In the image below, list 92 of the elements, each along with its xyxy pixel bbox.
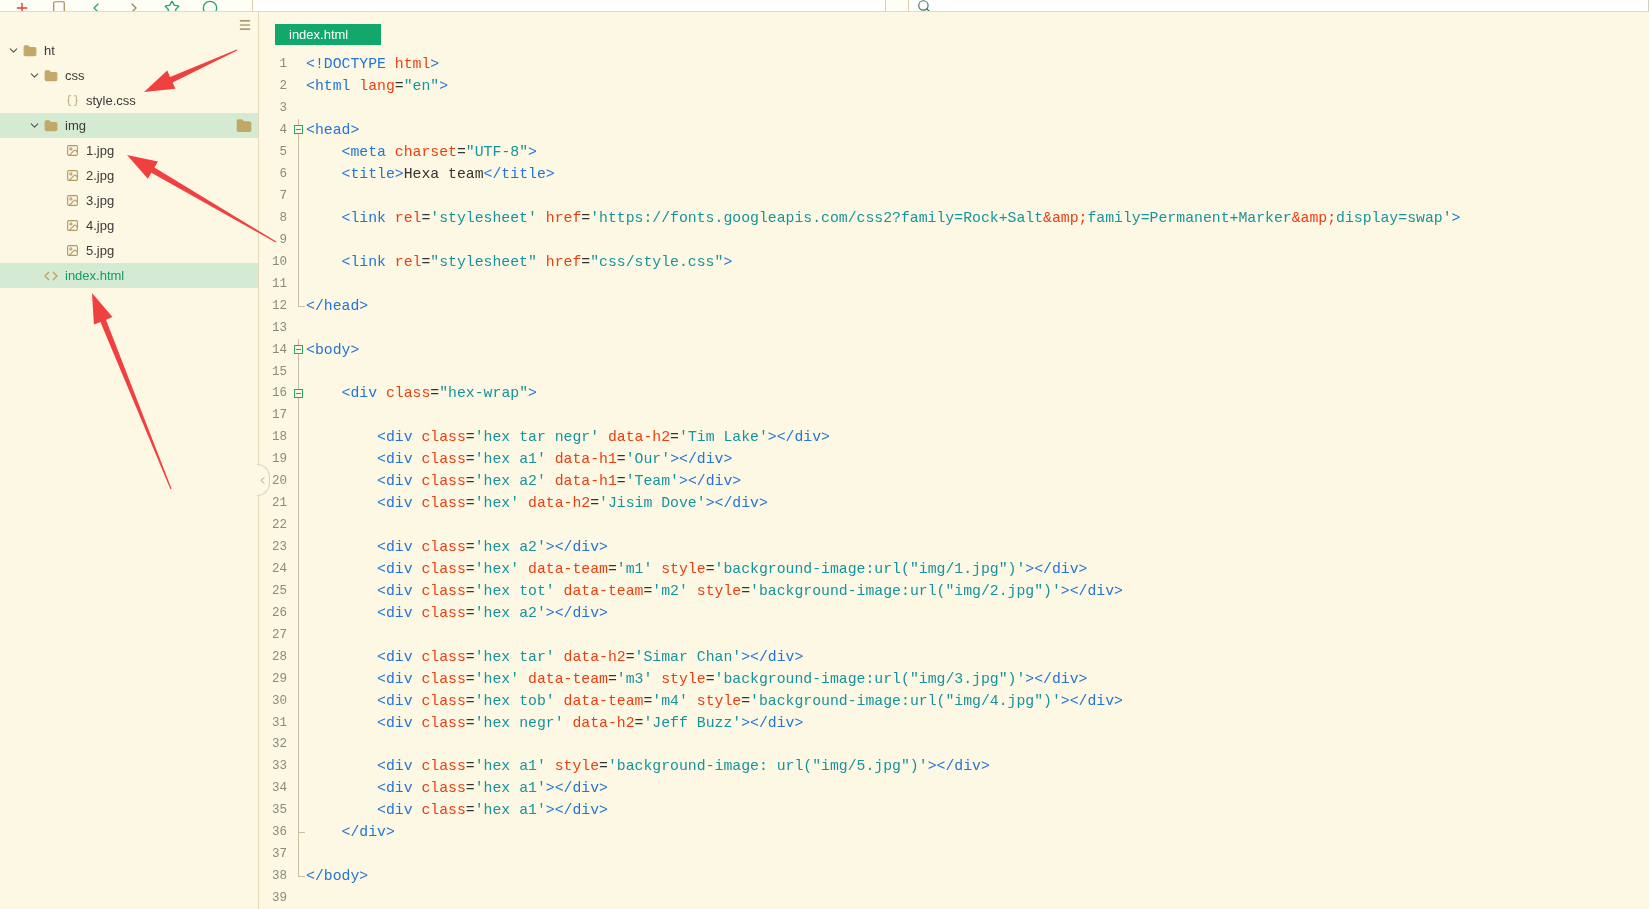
code-line: <div class='hex tar negr' data-h2='Tim Lake'></div> [376,429,830,446]
code-line: <body> [306,341,360,358]
code-line: <link rel='stylesheet' href='https://fonts.googleapis.com/css2?family=Rock+Salt&amp;family=Permanent+Marker&amp;display=swap'> [340,209,1461,226]
code-line: </div> [340,824,395,841]
code-line: <div class='hex a2'></div> [376,539,608,556]
code-line: <link rel="stylesheet" href="css/style.css"> [340,253,733,270]
code-line: <div class="hex-wrap"> [340,385,537,402]
line-number: 30 [271,693,287,708]
code-line: <html lang="en"> [306,78,449,95]
tree-item[interactable]: ht [0,38,258,63]
line-number: 13 [271,320,287,335]
folder-icon [43,118,59,133]
tree-item[interactable]: img [0,113,258,138]
line-number: 4 [278,123,287,138]
code-line: <div class='hex a2'></div> [376,604,608,621]
folder-icon[interactable] [236,117,252,134]
code-line: <div class='hex a1'></div> [376,802,608,819]
image-icon [64,219,80,232]
code-line: <div class='hex a1'></div> [376,780,608,797]
line-number: 38 [271,869,287,884]
line-number: 1 [278,57,287,72]
tree-item[interactable]: 4.jpg [0,213,258,238]
line-number: 10 [271,254,287,269]
line-number: 23 [271,540,287,555]
line-number: 7 [278,189,287,204]
code-line: <div class='hex a2' data-h1='Team'></div> [376,473,742,490]
image-icon [64,144,80,157]
code-line: <div class='hex tar' data-h2='Simar Chan'></div> [376,648,804,665]
line-number: 25 [271,583,287,598]
code-line: <div class='hex' data-team='m3' style='background-image:url("img/3.jpg")'></div> [376,670,1088,687]
line-number: 9 [278,232,287,247]
code-icon [43,270,59,281]
tree-item[interactable]: 3.jpg [0,188,258,213]
line-number: 36 [271,825,287,840]
tree-item[interactable]: 2.jpg [0,163,258,188]
line-number: 5 [278,145,287,160]
code-line: <!DOCTYPE html> [306,56,440,73]
image-icon [64,244,80,257]
line-number: 8 [278,210,287,225]
line-number: 37 [271,847,287,862]
line-number: 29 [271,671,287,686]
folder-icon [43,68,59,83]
code-line: </body> [306,868,369,885]
tree-item[interactable]: css [0,63,258,88]
line-number: 16 [271,386,287,401]
line-number: 19 [271,452,287,467]
braces-icon [64,94,80,107]
fold-toggle[interactable] [294,344,303,354]
line-number: 15 [271,364,287,379]
code-line: </head> [306,297,369,314]
line-number: 14 [271,342,287,357]
menu-icon[interactable] [238,18,252,32]
line-number: 11 [271,276,287,291]
line-number: 33 [271,759,287,774]
line-number: 18 [271,430,287,445]
line-number: 26 [271,605,287,620]
code-line: <head> [306,122,360,139]
search-icon [917,0,931,11]
collapse-handle[interactable] [257,464,270,496]
folder-icon [22,43,38,58]
line-number: 3 [278,101,287,116]
fold-toggle[interactable] [294,125,303,135]
line-number: 27 [271,627,287,642]
line-number: 22 [271,518,287,533]
line-number: 6 [278,167,287,182]
line-number: 34 [271,781,287,796]
line-number: 24 [271,561,287,576]
line-number: 39 [271,891,287,906]
fold-toggle[interactable] [294,388,303,398]
line-number: 31 [271,715,287,730]
code-line: <div class='hex' data-h2='Jisim Dove'></div> [376,495,768,512]
image-icon [64,194,80,207]
line-number: 17 [271,408,287,423]
line-number: 21 [271,496,287,511]
line-number: 20 [271,474,287,489]
code-line: <div class='hex negr' data-h2='Jeff Buzz'></div> [376,714,804,731]
code-line: <div class='hex a1' style='background-image: url("img/5.jpg")'></div> [376,758,990,775]
code-line: <meta charset="UTF-8"> [340,144,537,161]
line-number: 32 [271,737,287,752]
line-number: 35 [271,803,287,818]
tree-item[interactable]: style.css [0,88,258,113]
tree-item[interactable]: 5.jpg [0,238,258,263]
line-number: 12 [271,298,287,313]
code-line: <div class='hex' data-team='m1' style='background-image:url("img/1.jpg")'></div> [376,560,1088,577]
code-line: <title>Hexa team</title> [340,166,555,183]
code-line: <div class='hex tob' data-team='m4' style='background-image:url("img/4.jpg")'></div> [376,692,1123,709]
line-number: 2 [278,79,287,94]
code-line: <div class='hex tot' data-team='m2' style='background-image:url("img/2.jpg")'></div> [376,582,1123,599]
code-line: <div class='hex a1' data-h1='Our'></div> [376,451,733,468]
tree-item[interactable]: 1.jpg [0,138,258,163]
line-number: 28 [271,649,287,664]
image-icon [64,169,80,182]
